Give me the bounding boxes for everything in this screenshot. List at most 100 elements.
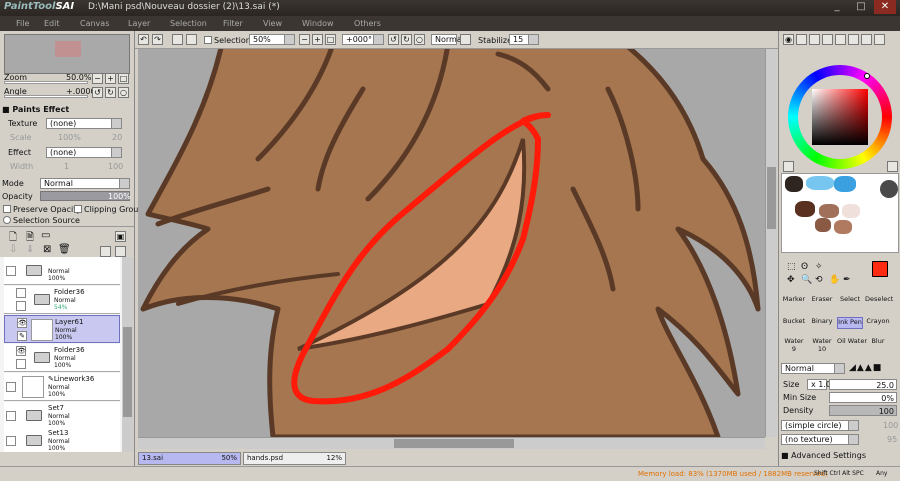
size-multiplier-select[interactable]: x 1.0 [807,379,831,390]
layer-item[interactable]: Folder36 Normal 54% [4,286,120,314]
minimize-button[interactable]: _ [826,0,848,14]
brush-target-icon[interactable]: ✎ [17,331,27,341]
advanced-settings-toggle[interactable]: ■ Advanced Settings [781,451,866,460]
zoom-fit-button[interactable]: □ [325,34,336,45]
palette-toggle[interactable] [822,34,833,45]
color-wheel-toggle[interactable]: ◉ [783,34,794,45]
layer-scrollbar[interactable] [122,257,133,452]
lasso-icon[interactable]: ʘ [801,262,808,272]
rgb-slider-toggle[interactable] [796,34,807,45]
size-slider[interactable]: 25.0 [829,379,897,390]
menu-view[interactable]: View [263,19,282,28]
visibility-toggle[interactable] [6,411,16,421]
rotate-right-button[interactable]: ↻ [401,34,412,45]
navigator-preview[interactable] [4,34,130,74]
selection-source-checkbox[interactable] [3,216,11,224]
minsize-slider[interactable]: 0% [829,392,897,403]
visibility-toggle[interactable] [16,288,26,298]
menu-others[interactable]: Others [354,19,381,28]
clear-layer-icon[interactable]: ⊠ [43,244,51,255]
tool-eraser[interactable]: Eraser [809,295,835,307]
swatch[interactable] [834,220,852,234]
tool-deselect[interactable]: Deselect [865,295,893,307]
visibility-toggle[interactable] [6,382,16,392]
rotate-reset-button[interactable]: ○ [414,34,425,45]
menu-selection[interactable]: Selection [170,19,207,28]
saturation-value-square[interactable] [812,89,868,145]
swatch[interactable] [785,176,803,192]
hue-cursor[interactable] [864,73,870,79]
tab-13-sai[interactable]: 13.sai 50% [138,452,241,465]
angle-slider[interactable] [4,95,88,98]
lock-toggle[interactable] [16,359,26,369]
layer-item[interactable]: Set13 Normal 100% [4,427,120,452]
paints-effect-header[interactable]: ■ Paints Effect [2,105,69,114]
selection-checkbox[interactable] [204,36,212,44]
scratchpad-settings-button[interactable] [887,161,898,172]
swatch[interactable] [834,176,856,192]
tool-marker[interactable]: Marker [781,295,807,307]
brush-blend-select[interactable]: Normal [781,363,845,374]
menu-layer[interactable]: Layer [128,19,150,28]
layer-item-selected[interactable]: 👁 ✎ Layer61 Normal 100% [4,315,120,343]
primary-color[interactable] [872,261,888,277]
zoom-reset-button[interactable]: □ [118,73,129,84]
scratchpad-clear-button[interactable] [783,161,794,172]
layer-mode-select[interactable]: Normal [40,178,130,189]
zoom-select[interactable]: 50% [249,34,295,45]
magic-wand-icon[interactable]: ✧ [815,262,823,272]
redo-button[interactable]: ↷ [152,34,163,45]
layer-lock-button-2[interactable] [115,246,126,257]
brush-shape-select[interactable]: (simple circle) [781,420,859,431]
stabilizer-select[interactable]: 15 [509,34,539,45]
rotate-left-button[interactable]: ↺ [92,87,103,98]
hsv-slider-toggle[interactable] [809,34,820,45]
tool-water-9[interactable]: Water 9 [781,337,807,355]
canvas-vertical-scrollbar[interactable] [765,49,777,437]
color-panel-toggle[interactable] [861,34,872,45]
swatch[interactable] [806,176,834,190]
tool-water-10[interactable]: Water 10 [809,337,835,355]
tool-bucket[interactable]: Bucket [781,317,807,329]
eyedropper-icon[interactable]: ✒ [843,275,851,285]
swatches-toggle[interactable] [848,34,859,45]
zoom-slider[interactable] [4,81,88,84]
tool-crayon[interactable]: Crayon [865,317,891,329]
texture-select[interactable]: (none) [46,118,122,129]
delete-layer-icon[interactable]: 🗑 [58,244,71,255]
hue-ring[interactable] [788,65,892,169]
layer-item[interactable]: Set7 Normal 100% [4,402,120,430]
tool-select[interactable]: Select [837,295,863,307]
layer-item[interactable]: 👁 Folder36 Normal 100% [4,344,120,372]
layer-panel-toggle[interactable]: ▣ [115,231,126,242]
merge-down-icon[interactable]: ⇓ [26,244,34,255]
menu-filter[interactable]: Filter [223,19,243,28]
visibility-toggle[interactable] [6,436,16,446]
blend-mode-select[interactable]: Normal [431,34,464,45]
brush-texture-select[interactable]: (no texture) [781,434,859,445]
swatch[interactable] [819,204,839,218]
brush-shape-icons[interactable]: ◢▲▲■ [849,363,882,373]
swatch[interactable] [795,201,815,217]
swatch[interactable] [815,218,831,232]
canvas-horizontal-scrollbar[interactable] [138,437,765,449]
swatch[interactable] [880,180,898,198]
tool-oil-water[interactable]: Oil Water [837,337,867,349]
rotate-left-button[interactable]: ↺ [388,34,399,45]
visibility-toggle[interactable]: 👁 [16,346,26,356]
tool-blur[interactable]: Blur [865,337,891,349]
density-slider[interactable]: 100 [829,405,897,416]
scratchpad-toggle[interactable] [835,34,846,45]
clipping-group-checkbox[interactable] [74,205,82,213]
effect-select[interactable]: (none) [46,147,122,158]
zoom-out-button[interactable]: − [299,34,310,45]
hand-tool-icon[interactable]: ✋ [829,275,840,285]
layer-scroll-thumb[interactable] [123,327,132,417]
menu-file[interactable]: File [16,19,29,28]
swatch[interactable] [842,204,860,218]
flip-button[interactable] [460,34,471,45]
zoom-tool-icon[interactable]: 🔍 [801,275,812,285]
maximize-button[interactable]: □ [850,0,872,14]
visibility-toggle[interactable] [6,266,16,276]
menu-edit[interactable]: Edit [44,19,60,28]
